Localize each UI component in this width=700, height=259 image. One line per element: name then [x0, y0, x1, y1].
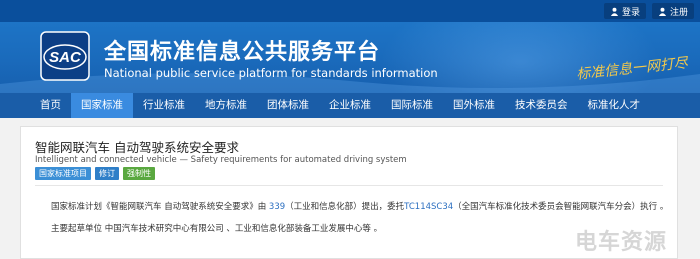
nav-foreign-standards[interactable]: 国外标准	[443, 93, 505, 118]
site-title: 全国标准信息公共服务平台	[104, 40, 381, 65]
nav-national-standards[interactable]: 国家标准	[71, 93, 133, 118]
divider	[35, 185, 663, 186]
login-button[interactable]: 登录	[603, 3, 646, 19]
standard-title: 智能网联汽车 自动驾驶系统安全要求	[35, 140, 239, 155]
login-label: 登录	[621, 7, 640, 18]
person-add-icon	[658, 7, 667, 16]
site-subtitle: National public service platform for sta…	[104, 66, 438, 80]
standard-tags: 国家标准项目 修订 强制性	[35, 167, 155, 180]
svg-text:SAC: SAC	[49, 49, 82, 66]
tag-project-type: 国家标准项目	[35, 167, 91, 180]
standard-detail-panel: 智能网联汽车 自动驾驶系统安全要求 Intelligent and connec…	[20, 126, 678, 259]
top-bar: 登录 注册	[0, 0, 700, 22]
main-nav: 首页 国家标准 行业标准 地方标准 团体标准 企业标准 国际标准 国外标准 技术…	[0, 93, 700, 118]
register-button[interactable]: 注册	[651, 3, 694, 19]
nav-group-standards[interactable]: 团体标准	[257, 93, 319, 118]
sac-logo[interactable]: SAC	[40, 31, 90, 81]
nav-home[interactable]: 首页	[30, 93, 71, 118]
register-label: 注册	[669, 7, 688, 18]
nav-technical-committee[interactable]: 技术委员会	[505, 93, 578, 118]
standard-title-en: Intelligent and connected vehicle — Safe…	[35, 155, 407, 165]
nav-industry-standards[interactable]: 行业标准	[133, 93, 195, 118]
nav-talent[interactable]: 标准化人才	[578, 93, 651, 118]
plan-description: 国家标准计划《智能网联汽车 自动驾驶系统安全要求》由 339（工业和信息化部）提…	[51, 202, 669, 212]
nav-local-standards[interactable]: 地方标准	[195, 93, 257, 118]
drafting-units: 主要起草单位 中国汽车技术研究中心有限公司 、工业和信息化部装备工业发展中心等 …	[51, 224, 383, 234]
header-banner: SAC 全国标准信息公共服务平台 National public service…	[0, 22, 700, 93]
tag-revision: 修订	[95, 167, 119, 180]
proposer-link[interactable]: 339	[269, 202, 285, 212]
user-icon	[610, 7, 619, 16]
nav-international-standards[interactable]: 国际标准	[381, 93, 443, 118]
tag-mandatory: 强制性	[123, 167, 155, 180]
watermark: 电车资源	[574, 230, 667, 255]
account-links: 登录 注册	[603, 3, 694, 19]
nav-enterprise-standards[interactable]: 企业标准	[319, 93, 381, 118]
committee-link[interactable]: TC114SC34	[404, 202, 453, 212]
